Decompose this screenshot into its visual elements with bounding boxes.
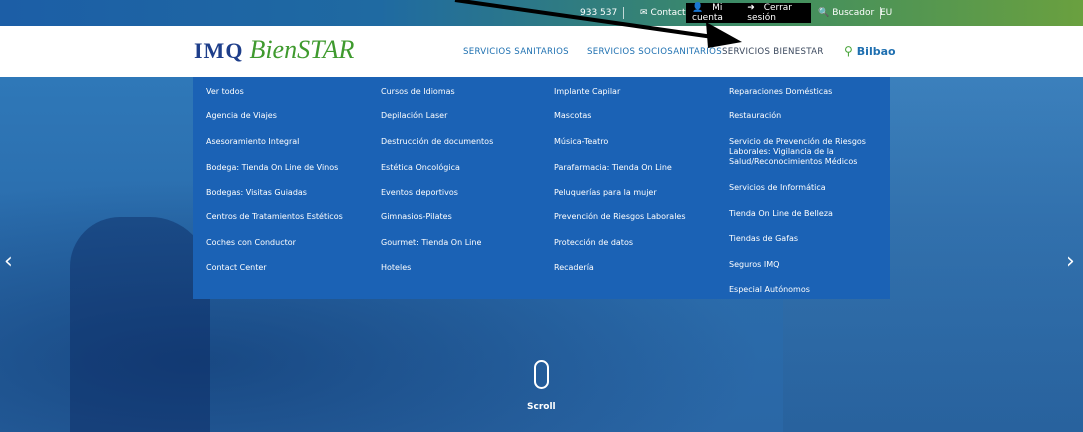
annotation-arrow-head xyxy=(706,22,742,48)
annotation-arrow xyxy=(454,0,742,48)
annotation-arrow-shaft xyxy=(454,0,721,40)
